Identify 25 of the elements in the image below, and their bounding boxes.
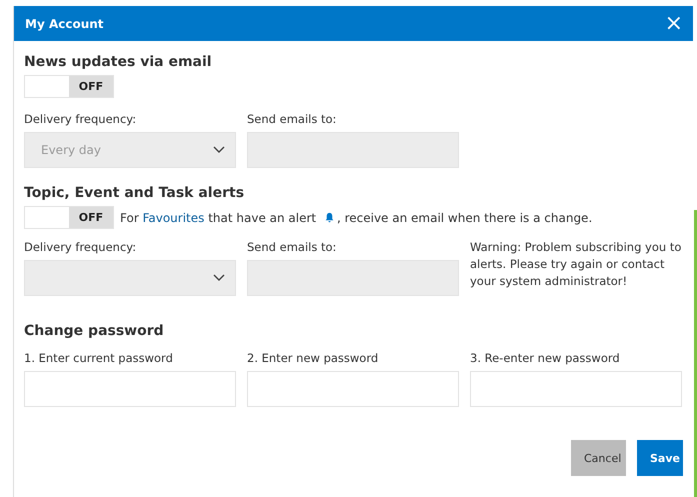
field-label: Delivery frequency: <box>24 111 138 127</box>
password-field[interactable] <box>247 371 459 407</box>
toggle-switch[interactable]: OFF <box>24 206 114 229</box>
close-button[interactable]: × <box>660 12 687 34</box>
field-label: 1. Enter current password <box>24 350 174 366</box>
alert-description: For Favourites that have an alert , receive an email when there is a change. <box>120 210 592 224</box>
field-label: 3. Re-enter new password <box>470 350 621 366</box>
field-label: Delivery frequency: <box>24 239 138 255</box>
save-button[interactable]: Save <box>637 440 683 476</box>
favourites-link[interactable]: Favourites <box>142 210 204 224</box>
password-field[interactable] <box>470 371 682 407</box>
section-heading: Change password <box>24 322 165 340</box>
chevron-down-icon <box>213 274 225 282</box>
window-title: My Account <box>25 16 104 30</box>
warning-message: Warning: Problem subscribing you to alerts. Please try again or contact your system administrator! <box>470 239 682 290</box>
cancel-button[interactable]: Cancel <box>571 440 626 476</box>
toggle-switch[interactable]: OFF <box>24 75 114 98</box>
bell-icon <box>324 212 335 222</box>
field-label: 2. Enter new password <box>247 350 380 366</box>
section-heading: Topic, Event and Task alerts <box>24 184 246 202</box>
chevron-down-icon <box>213 146 225 154</box>
field-label: Send emails to: <box>247 111 338 127</box>
section-heading: News updates via email <box>24 53 213 71</box>
field-label: Send emails to: <box>247 239 338 255</box>
password-field[interactable] <box>24 371 236 407</box>
